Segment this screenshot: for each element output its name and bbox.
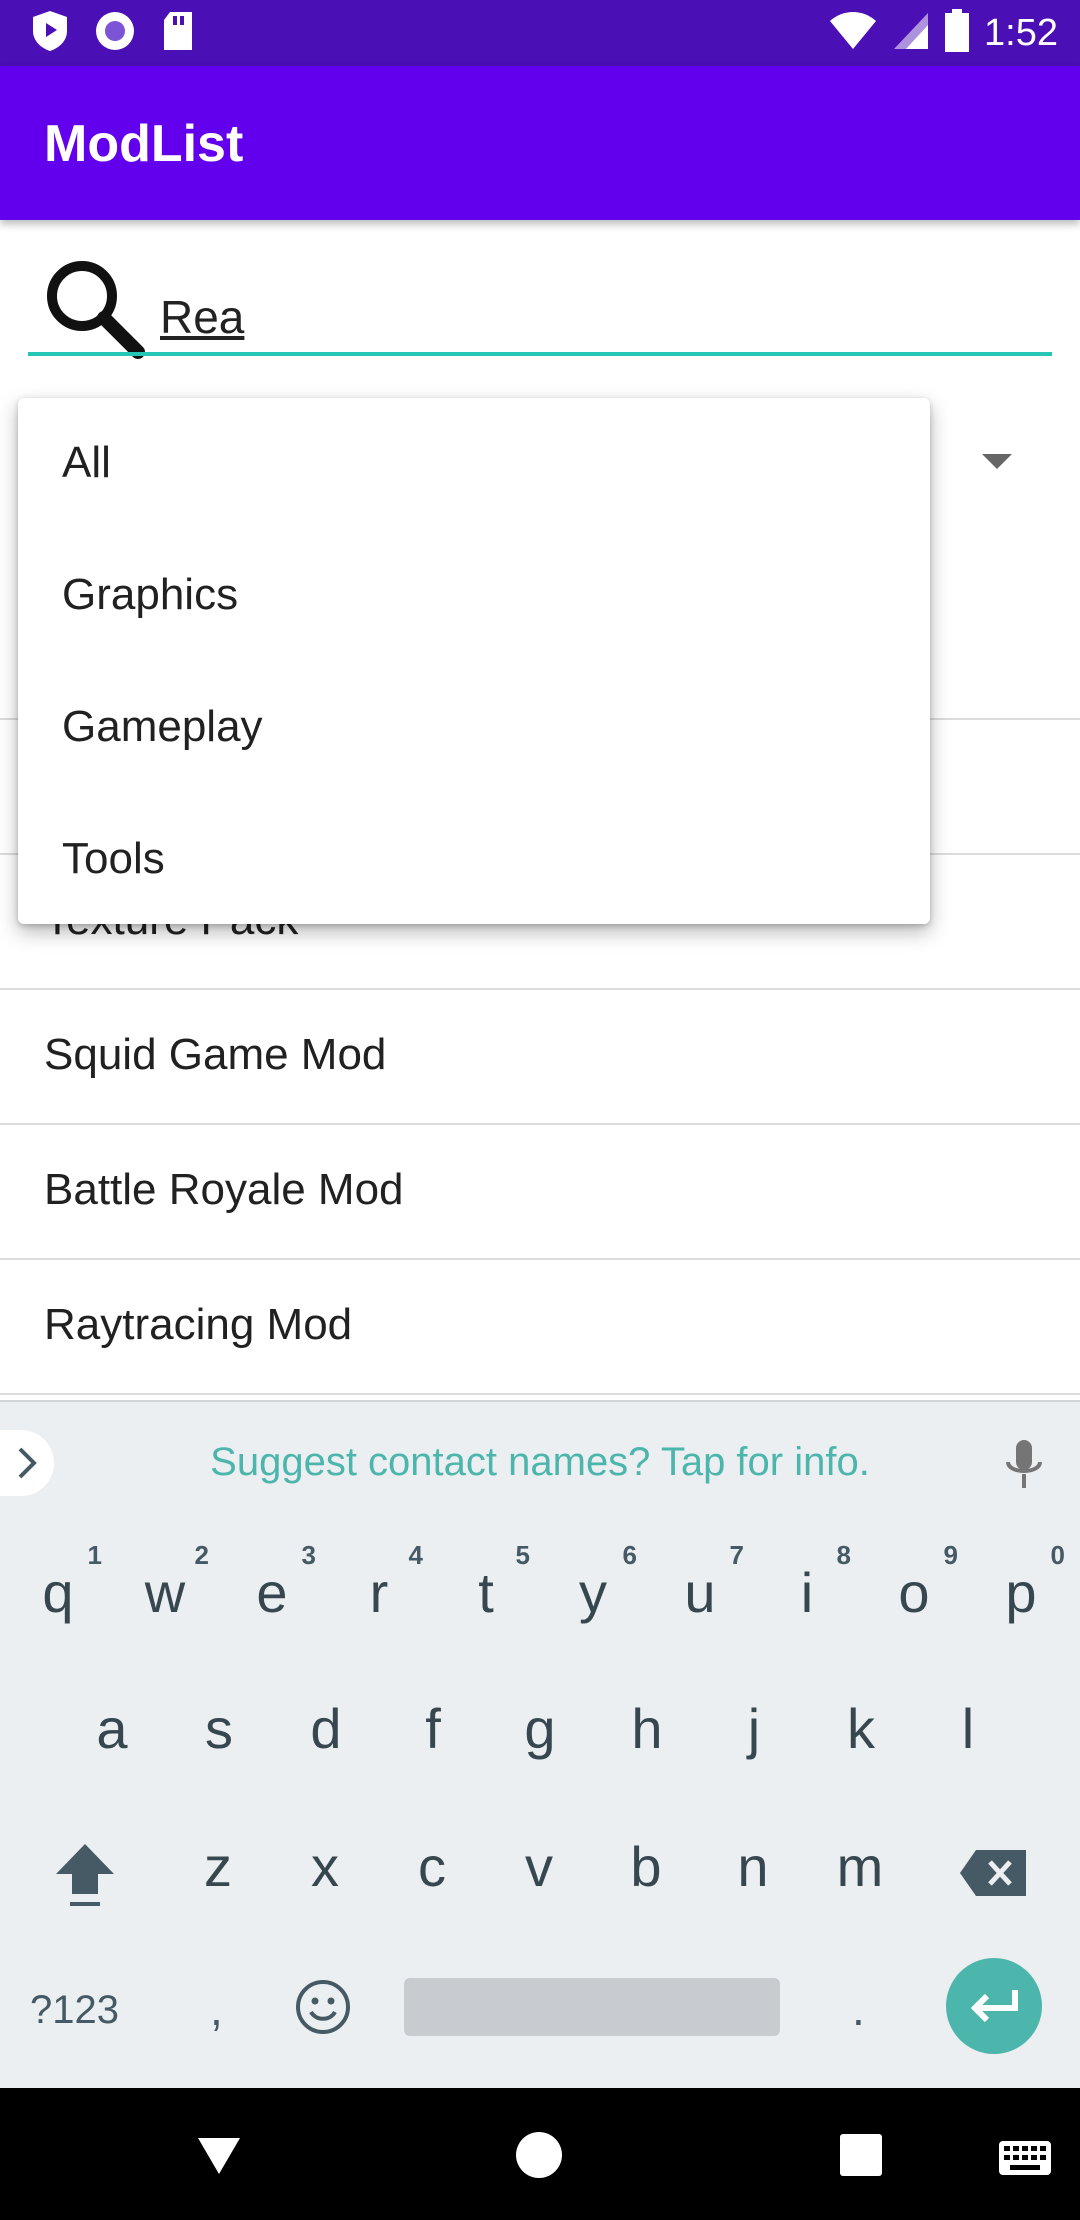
key-n[interactable]: n: [703, 1806, 803, 1926]
comma-key[interactable]: ,: [210, 1982, 223, 2036]
key-hint: 7: [729, 1540, 744, 1570]
key-label: z: [204, 1835, 232, 1898]
system-navigation-bar: [0, 2088, 1080, 2220]
period-key[interactable]: .: [852, 1982, 865, 2036]
key-o[interactable]: o9: [864, 1532, 964, 1652]
back-triangle-icon[interactable]: [196, 2136, 242, 2181]
list-item-label: Battle Royale Mod: [44, 1165, 404, 1214]
list-item[interactable]: Raytracing Mod: [0, 1260, 1080, 1395]
key-x[interactable]: x: [275, 1806, 375, 1926]
spinner-dropdown-arrow-icon[interactable]: [982, 454, 1012, 469]
list-item[interactable]: Squid Game Mod: [0, 990, 1080, 1125]
shield-icon: [30, 9, 70, 58]
key-e[interactable]: e3: [222, 1532, 322, 1652]
spacebar-key[interactable]: [404, 1978, 780, 2036]
shift-key[interactable]: [52, 1840, 118, 1915]
microphone-icon[interactable]: [1002, 1438, 1046, 1497]
emoji-icon[interactable]: [294, 1978, 352, 2041]
key-hint: 6: [622, 1540, 637, 1570]
key-i[interactable]: i8: [757, 1532, 857, 1652]
key-j[interactable]: j: [704, 1668, 804, 1788]
dropdown-option-tools[interactable]: Tools: [18, 794, 930, 926]
category-dropdown-menu: All Graphics Gameplay Tools: [18, 398, 930, 924]
key-h[interactable]: h: [597, 1668, 697, 1788]
dropdown-option-label: Tools: [62, 834, 165, 883]
symbols-key[interactable]: ?123: [30, 1988, 119, 2033]
key-label: m: [836, 1835, 884, 1898]
status-bar: 1:52: [0, 0, 1080, 66]
key-label: j: [747, 1697, 761, 1760]
list-item[interactable]: Battle Royale Mod: [0, 1125, 1080, 1260]
key-hint: 0: [1050, 1540, 1065, 1570]
key-t[interactable]: t5: [436, 1532, 536, 1652]
key-c[interactable]: c: [382, 1806, 482, 1926]
key-label: f: [425, 1697, 441, 1760]
recents-square-icon[interactable]: [840, 2134, 882, 2176]
on-screen-keyboard: ?123 , . q1w2e3r4t5y6u7i8o9p0 a s d f g h j k l z x…: [0, 1522, 1080, 2088]
key-label: n: [737, 1835, 769, 1898]
key-label: a: [96, 1697, 128, 1760]
key-label: k: [847, 1697, 875, 1760]
key-hint: 2: [194, 1540, 209, 1570]
key-q[interactable]: q1: [8, 1532, 108, 1652]
key-d[interactable]: d: [276, 1668, 376, 1788]
search-underline: [28, 352, 1052, 356]
dropdown-option-graphics[interactable]: Graphics: [18, 530, 930, 662]
key-m[interactable]: m: [810, 1806, 910, 1926]
key-hint: 8: [836, 1540, 851, 1570]
dropdown-option-label: All: [62, 438, 111, 487]
key-hint: 5: [515, 1540, 530, 1570]
keyboard-switch-icon[interactable]: [998, 2140, 1052, 2181]
search-input[interactable]: [160, 282, 1040, 352]
key-v[interactable]: v: [489, 1806, 589, 1926]
key-y[interactable]: y6: [543, 1532, 643, 1652]
key-k[interactable]: k: [811, 1668, 911, 1788]
key-w[interactable]: w2: [115, 1532, 215, 1652]
sd-card-icon: [160, 10, 196, 57]
key-label: l: [961, 1697, 975, 1760]
key-r[interactable]: r4: [329, 1532, 429, 1652]
key-l[interactable]: l: [918, 1668, 1018, 1788]
list-item-label: Raytracing Mod: [44, 1300, 353, 1349]
wifi-icon: [828, 11, 878, 56]
key-z[interactable]: z: [168, 1806, 268, 1926]
key-g[interactable]: g: [490, 1668, 590, 1788]
key-f[interactable]: f: [383, 1668, 483, 1788]
dropdown-option-label: Gameplay: [62, 702, 263, 751]
key-hint: 3: [301, 1540, 316, 1570]
suggestion-text[interactable]: Suggest contact names? Tap for info.: [0, 1440, 1080, 1485]
circle-record-icon: [94, 10, 136, 57]
key-hint: 9: [943, 1540, 958, 1570]
home-circle-icon[interactable]: [516, 2132, 562, 2178]
key-label: g: [524, 1697, 556, 1760]
key-label: b: [630, 1835, 662, 1898]
app-title: ModList: [44, 115, 244, 173]
backspace-key[interactable]: [958, 1848, 1028, 1903]
battery-icon: [944, 8, 970, 58]
key-label: d: [310, 1697, 342, 1760]
app-bar: ModList: [0, 66, 1080, 220]
key-label: s: [205, 1697, 233, 1760]
clock: 1:52: [984, 11, 1058, 54]
list-item-label: Squid Game Mod: [44, 1030, 387, 1079]
dropdown-option-label: Graphics: [62, 570, 239, 619]
key-u[interactable]: u7: [650, 1532, 750, 1652]
enter-key[interactable]: [946, 1958, 1042, 2054]
keyboard-suggestion-strip: Suggest contact names? Tap for info.: [0, 1400, 1080, 1522]
key-label: x: [311, 1835, 339, 1898]
key-label: v: [525, 1835, 553, 1898]
key-p[interactable]: p0: [971, 1532, 1071, 1652]
key-b[interactable]: b: [596, 1806, 696, 1926]
key-hint: 1: [87, 1540, 102, 1570]
dropdown-option-all[interactable]: All: [18, 398, 930, 530]
key-a[interactable]: a: [62, 1668, 162, 1788]
enter-arrow-icon: [970, 1990, 1018, 2023]
signal-icon: [892, 11, 930, 56]
key-s[interactable]: s: [169, 1668, 269, 1788]
key-hint: 4: [408, 1540, 423, 1570]
key-label: h: [631, 1697, 663, 1760]
search-bar[interactable]: [28, 252, 1052, 360]
key-label: c: [418, 1835, 446, 1898]
dropdown-option-gameplay[interactable]: Gameplay: [18, 662, 930, 794]
